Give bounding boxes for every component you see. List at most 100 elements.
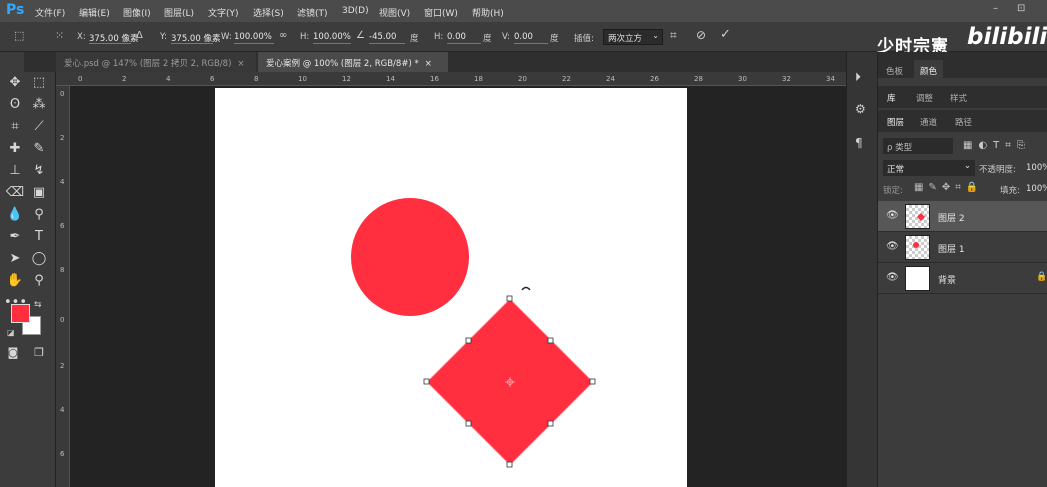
- layer-filter-icons[interactable]: ▦◐T⌗⎘: [963, 140, 1031, 151]
- delta-icon[interactable]: Δ: [136, 30, 143, 41]
- hskew-label: H:: [434, 32, 444, 42]
- crop-tool-icon[interactable]: ⌗: [4, 118, 26, 136]
- zoom-tool-icon[interactable]: ⚲: [28, 272, 50, 290]
- interpolation-select[interactable]: 两次立方 ⌄: [603, 29, 663, 45]
- maximize-icon[interactable]: ⊡: [1017, 3, 1025, 14]
- width-field[interactable]: 100.00%: [234, 30, 274, 44]
- tab-layers[interactable]: 图层: [887, 116, 904, 128]
- layer-filter-value: ρ 类型: [887, 143, 913, 153]
- layer-row-layer1[interactable]: 👁 图层 1: [878, 232, 1047, 263]
- x-field[interactable]: 375.00 像素: [89, 30, 138, 44]
- menu-view[interactable]: 视图(V): [379, 6, 410, 19]
- blend-mode-value: 正常: [887, 165, 905, 175]
- tab-color[interactable]: 颜色: [914, 60, 944, 85]
- blur-tool-icon[interactable]: 💧: [4, 206, 26, 224]
- close-icon[interactable]: ×: [425, 59, 432, 69]
- vskew-field[interactable]: 0.00: [514, 30, 548, 44]
- menu-3d[interactable]: 3D(D): [342, 6, 369, 16]
- menu-help[interactable]: 帮助(H): [472, 6, 504, 19]
- cancel-transform-icon[interactable]: ⊘: [696, 28, 706, 42]
- layer-filter-select[interactable]: ρ 类型: [883, 138, 953, 154]
- fill-value[interactable]: 100%: [1026, 184, 1047, 194]
- eye-icon[interactable]: 👁: [886, 272, 899, 283]
- move-tool-icon[interactable]: ✥: [4, 74, 26, 92]
- w-label: W:: [221, 32, 232, 42]
- photoshop-logo: Ps: [6, 2, 25, 18]
- tab-swatches[interactable]: 色板: [886, 65, 903, 77]
- screen-mode-icon[interactable]: ❐: [28, 344, 50, 362]
- paragraph-panel-icon[interactable]: ¶: [855, 136, 863, 150]
- menu-type[interactable]: 文字(Y): [208, 6, 239, 19]
- brush-tool-icon[interactable]: ✎: [28, 140, 50, 158]
- healing-brush-icon[interactable]: ✚: [4, 140, 26, 158]
- tab-heart-example[interactable]: 爱心案例 @ 100% (图层 2, RGB/8#) * ×: [258, 52, 448, 72]
- layer-name[interactable]: 图层 1: [938, 242, 965, 255]
- path-selection-icon[interactable]: ➤: [4, 250, 26, 268]
- transform-tool-icon[interactable]: ⬚: [14, 29, 24, 42]
- marquee-tool-icon[interactable]: ⬚: [28, 74, 50, 92]
- layer-name[interactable]: 图层 2: [938, 211, 965, 224]
- ellipse-tool-icon[interactable]: ◯: [28, 250, 50, 268]
- ruler-tick: 6: [60, 450, 65, 458]
- y-field[interactable]: 375.00 像素: [171, 30, 220, 44]
- eye-icon[interactable]: 👁: [886, 241, 899, 252]
- ruler-tick: 24: [606, 75, 615, 83]
- eyedropper-icon[interactable]: ⟋: [28, 118, 50, 136]
- eraser-tool-icon[interactable]: ⌫: [4, 184, 26, 202]
- dodge-tool-icon[interactable]: ⚲: [28, 206, 50, 224]
- tools-panel: ✥ ⬚ ʘ ⁂ ⌗ ⟋ ✚ ✎ ⊥ ↯ ⌫ ▣ 💧 ⚲ ✒ T ➤ ◯ ✋ ⚲ …: [0, 52, 56, 487]
- h-label: H:: [300, 32, 310, 42]
- default-colors-icon[interactable]: ◪: [7, 328, 15, 337]
- warp-icon[interactable]: ⌗: [670, 28, 677, 43]
- document-canvas[interactable]: [215, 88, 687, 487]
- clone-stamp-icon[interactable]: ⊥: [4, 162, 26, 180]
- ruler-tick: 28: [694, 75, 703, 83]
- tab-libraries[interactable]: 库: [887, 92, 896, 104]
- tab-heart-psd[interactable]: 爱心.psd @ 147% (图层 2 拷贝 2, RGB/8) ×: [56, 52, 256, 72]
- layer-row-layer2[interactable]: 👁 图层 2: [878, 201, 1047, 232]
- link-icon[interactable]: ∞: [279, 30, 287, 41]
- fill-label: 填充:: [1000, 186, 1020, 196]
- minimize-icon[interactable]: –: [993, 3, 998, 14]
- eye-icon[interactable]: 👁: [886, 210, 899, 221]
- quick-mask-icon[interactable]: ◙: [2, 344, 24, 362]
- hand-tool-icon[interactable]: ✋: [4, 272, 26, 290]
- opacity-value[interactable]: 100%: [1026, 163, 1047, 173]
- properties-panel-icon[interactable]: ⚙: [855, 102, 866, 116]
- history-panel-icon[interactable]: ⏵: [855, 70, 861, 85]
- foreground-color-swatch[interactable]: [11, 304, 30, 323]
- history-brush-icon[interactable]: ↯: [28, 162, 50, 180]
- red-circle-shape[interactable]: [351, 198, 469, 316]
- menu-filter[interactable]: 滤镜(T): [297, 6, 328, 19]
- menu-edit[interactable]: 编辑(E): [79, 6, 110, 19]
- hskew-field[interactable]: 0.00: [447, 30, 481, 44]
- tab-paths[interactable]: 路径: [955, 116, 972, 128]
- menu-window[interactable]: 窗口(W): [424, 6, 458, 19]
- ruler-tick: 2: [60, 134, 65, 142]
- menu-select[interactable]: 选择(S): [253, 6, 284, 19]
- layer-name[interactable]: 背景: [938, 273, 956, 286]
- commit-transform-icon[interactable]: ✓: [720, 27, 731, 42]
- reference-point-icon[interactable]: ⁙: [55, 29, 64, 42]
- ruler-tick: 2: [122, 75, 127, 83]
- canvas-area[interactable]: [70, 86, 846, 487]
- pen-tool-icon[interactable]: ✒: [4, 228, 26, 246]
- tab-styles[interactable]: 样式: [950, 92, 967, 104]
- height-field[interactable]: 100.00%: [313, 30, 351, 44]
- lasso-tool-icon[interactable]: ʘ: [4, 96, 26, 114]
- menu-layer[interactable]: 图层(L): [164, 6, 194, 19]
- layer-row-background[interactable]: 👁 背景 🔒: [878, 263, 1047, 294]
- angle-field[interactable]: -45.00: [369, 30, 405, 44]
- tab-adjustments[interactable]: 调整: [916, 92, 933, 104]
- tab-channels[interactable]: 通道: [920, 116, 937, 128]
- type-tool-icon[interactable]: T: [28, 228, 50, 246]
- menu-file[interactable]: 文件(F): [35, 6, 65, 19]
- close-icon[interactable]: ×: [237, 59, 244, 69]
- menu-image[interactable]: 图像(I): [123, 6, 151, 19]
- lock-icons[interactable]: ▦✎✥⌗🔒: [914, 182, 983, 193]
- swap-colors-icon[interactable]: ⇆: [34, 300, 42, 310]
- magic-wand-icon[interactable]: ⁂: [28, 96, 50, 114]
- gradient-tool-icon[interactable]: ▣: [28, 184, 50, 202]
- ruler-tick: 8: [60, 266, 65, 274]
- blend-mode-select[interactable]: 正常 ⌄: [883, 160, 975, 176]
